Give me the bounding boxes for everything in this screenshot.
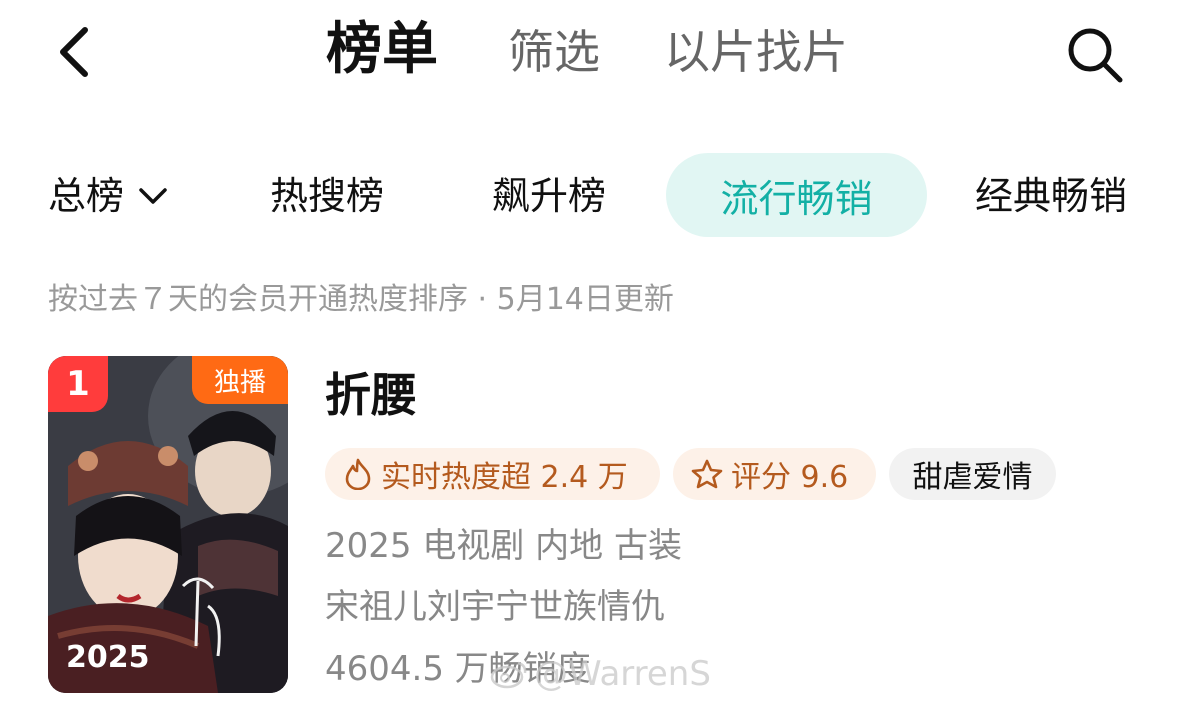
watermark: @WarrenS: [490, 652, 711, 696]
category-total-dropdown[interactable]: 总榜: [48, 172, 168, 220]
weibo-logo-icon: [490, 661, 527, 689]
rank-badge: 1: [48, 356, 108, 412]
item-title[interactable]: 折腰: [325, 366, 417, 424]
flame-icon: [345, 458, 371, 490]
chevron-down-icon: [139, 188, 167, 204]
score-text: 评分 9.6: [731, 460, 849, 495]
score-tag: 评分 9.6: [673, 448, 876, 500]
heat-text: 实时热度超 2.4 万: [381, 460, 628, 495]
meta-line: 2025 电视剧 内地 古装: [325, 526, 682, 566]
star-icon: [691, 459, 723, 489]
watermark-text: @WarrenS: [534, 654, 711, 694]
exclusive-badge: 独播: [192, 356, 288, 404]
genre-tag[interactable]: 甜虐爱情: [889, 448, 1056, 500]
chevron-left-icon: [60, 27, 88, 77]
category-hot-search[interactable]: 热搜榜: [270, 172, 384, 220]
poster[interactable]: 1 独播 2025: [48, 356, 288, 693]
category-popular-sales-label: 流行畅销: [720, 176, 873, 221]
tab-find-by-clip[interactable]: 以片找片: [664, 24, 848, 80]
category-popular-sales[interactable]: 流行畅销: [666, 153, 927, 237]
category-classic-sales[interactable]: 经典畅销: [975, 172, 1127, 220]
tab-ranking[interactable]: 榜单: [326, 20, 438, 80]
search-icon: [1068, 28, 1123, 83]
tab-filter[interactable]: 筛选: [508, 24, 600, 80]
cast-line: 宋祖儿刘宇宁世族情仇: [325, 587, 665, 627]
category-rising[interactable]: 飙升榜: [492, 172, 606, 220]
category-total-label: 总榜: [48, 174, 125, 218]
heat-tag: 实时热度超 2.4 万: [325, 448, 660, 500]
search-button[interactable]: [1060, 20, 1130, 90]
ranking-note: 按过去７天的会员开通热度排序 · 5月14日更新: [48, 282, 674, 317]
poster-year: 2025: [66, 640, 150, 675]
back-button[interactable]: [48, 22, 98, 82]
